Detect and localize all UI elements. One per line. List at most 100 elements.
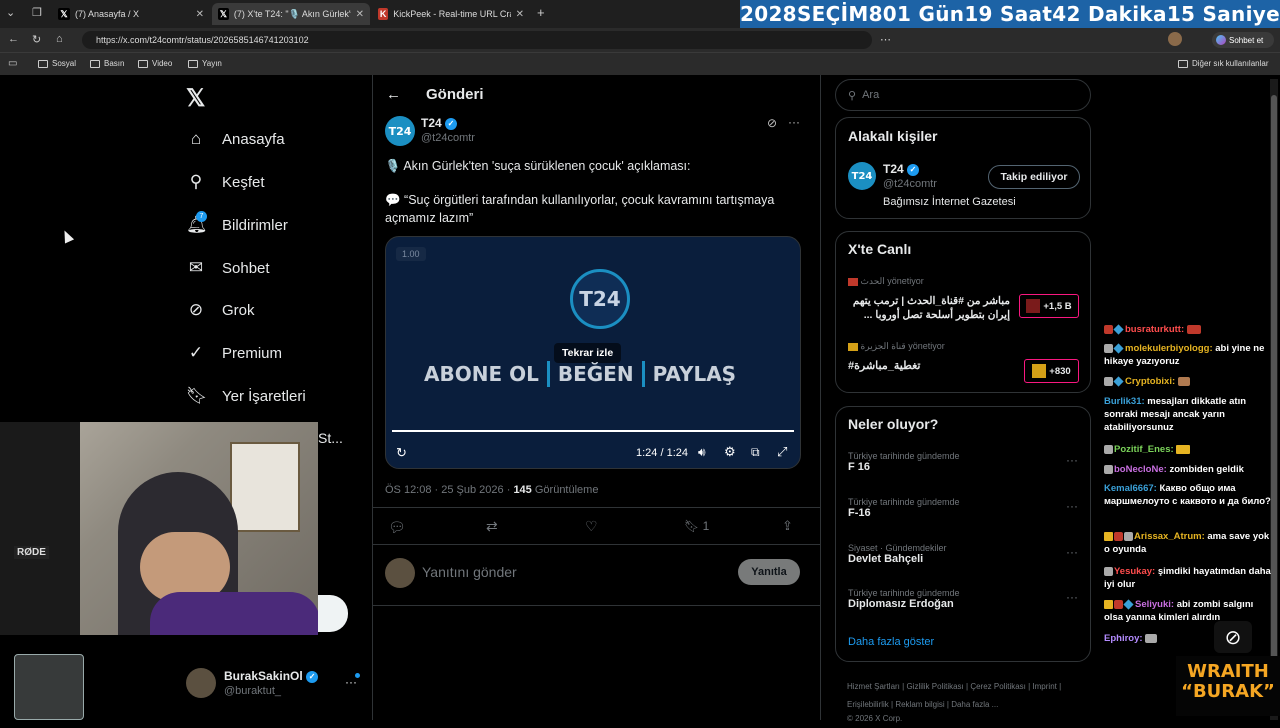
bookmark-folder-basin[interactable]: Basın — [90, 59, 124, 68]
bookmark-folder-sosyal[interactable]: Sosyal — [38, 59, 76, 68]
new-tab-icon[interactable]: + — [537, 5, 545, 20]
profile-avatar[interactable] — [1168, 32, 1182, 46]
url-field[interactable]: https://x.com/t24comtr/status/2026585146… — [82, 31, 872, 49]
more-icon[interactable]: ··· — [1066, 590, 1078, 604]
live-listeners-2[interactable]: +830 — [1024, 359, 1079, 383]
copilot-icon — [1216, 35, 1226, 45]
countdown-minutes: 42 Dakika — [1052, 2, 1167, 26]
emote-icon — [1145, 633, 1158, 643]
author-handle[interactable]: @t24comtr — [421, 132, 475, 144]
related-name[interactable]: T24 ✓ — [883, 162, 920, 176]
like-icon[interactable]: ♡ — [585, 518, 598, 535]
other-bookmarks[interactable]: Diğer sık kullanılanlar — [1178, 59, 1268, 68]
sidebar-item-label: Premium — [222, 344, 283, 362]
post-timestamp[interactable]: ÖS 12:08 · 25 Şub 2026 · — [385, 484, 510, 496]
workspaces-icon[interactable]: ❐ — [32, 6, 42, 19]
trend-item[interactable]: Türkiye tarihinde gündemde F-16 — [848, 497, 960, 519]
more-icon[interactable]: ··· — [1066, 453, 1078, 467]
author-name[interactable]: T24 ✓ — [421, 116, 458, 130]
close-icon[interactable]: ✕ — [196, 9, 204, 20]
video-progress-track[interactable] — [392, 430, 794, 432]
reload-icon[interactable]: ↻ — [32, 33, 41, 46]
playback-speed[interactable]: 1.00 — [396, 247, 426, 261]
streamer-logo: WRAITH “BURAK” — [1176, 656, 1280, 716]
footer-link[interactable]: Gizlilik Politikası — [906, 682, 963, 691]
related-avatar[interactable]: T24 — [848, 162, 876, 190]
replay-icon[interactable]: ↻ — [396, 445, 407, 461]
footer-link[interactable]: Reklam bilgisi — [895, 700, 944, 709]
reading-list-icon[interactable]: ▭ — [8, 58, 17, 69]
grok-icon[interactable]: ⊘ — [1214, 621, 1252, 653]
home-icon[interactable]: ⌂ — [56, 33, 63, 45]
back-arrow-icon[interactable]: ← — [386, 86, 401, 103]
trend-item[interactable]: Türkiye tarihinde gündemde Diplomasız Erd… — [848, 588, 960, 610]
search-field[interactable]: ⚲ Ara — [835, 79, 1091, 111]
footer-link[interactable]: Hizmet Şartları — [847, 682, 900, 691]
home-icon: ⌂ — [190, 129, 202, 148]
footer-link[interactable]: Erişilebilirlik — [847, 700, 889, 709]
settings-icon[interactable]: ⚙ — [724, 444, 736, 460]
fullscreen-icon[interactable]: ⤢ — [777, 444, 787, 460]
sidebar-item-bookmarks[interactable]: 🔖︎ Yer İşaretleri — [186, 386, 306, 406]
copilot-button[interactable]: Sohbet et — [1212, 32, 1274, 48]
pip-icon[interactable]: ⧉ — [751, 445, 760, 460]
share-icon[interactable]: ⇪ — [782, 518, 793, 534]
live-title-1[interactable]: مباشر من #قناة_الحدث | ترمب يتهم إيران ب… — [848, 294, 1010, 322]
more-icon[interactable]: ··· — [1066, 499, 1078, 513]
avatar[interactable] — [186, 668, 216, 698]
close-icon[interactable]: ✕ — [356, 9, 364, 20]
badge-icon — [1114, 531, 1123, 541]
author-avatar[interactable]: T24 — [385, 116, 415, 146]
trend-item[interactable]: Türkiye tarihinde gündemde F 16 — [848, 451, 960, 473]
close-icon[interactable]: ✕ — [516, 9, 524, 20]
footer-link[interactable]: Çerez Politikası — [970, 682, 1026, 691]
footer-link[interactable]: Imprint — [1032, 682, 1056, 691]
sidebar-item-partial[interactable]: St... — [318, 430, 343, 446]
x-logo-icon: 𝕏 — [218, 8, 229, 20]
video-player[interactable]: 1.00 T24 Tekrar izle ABONE OL BEĞEN PAYL… — [385, 236, 801, 469]
sidebar-item-premium[interactable]: ✓ Premium — [186, 343, 282, 363]
trend-item[interactable]: Siyaset · Gündemdekiler Devlet Bahçeli — [848, 543, 947, 565]
views-count: 145 — [513, 484, 532, 496]
sidebar-item-grok[interactable]: ⊘ Grok — [186, 300, 255, 320]
live-title-2[interactable]: #تغطية_مباشرة — [848, 359, 920, 372]
extensions-icon[interactable]: ⋯ — [880, 33, 891, 46]
following-button[interactable]: Takip ediliyor — [988, 165, 1080, 189]
sidebar-item-notifications[interactable]: 🔔︎ 7 Bildirimler — [186, 211, 288, 235]
webcam-feed: RØDE — [0, 422, 318, 635]
sidebar-item-messages[interactable]: ✉ Sohbet — [186, 258, 270, 278]
show-more-link[interactable]: Daha fazla göster — [848, 636, 934, 648]
logo-line2: “BURAK” — [1181, 681, 1275, 702]
chat-user: Cryptobixi: — [1125, 376, 1176, 387]
reply-icon[interactable]: 💬︎ — [388, 519, 406, 536]
premium-icon: ✓ — [188, 343, 204, 362]
emote-icon — [1176, 444, 1191, 454]
chat-user: busraturkutt: — [1125, 324, 1185, 335]
search-icon: ⚲ — [189, 172, 203, 191]
volume-icon[interactable]: 🔊︎ — [698, 445, 706, 460]
trend-category: Türkiye tarihinde gündemde — [848, 451, 960, 461]
tab-post[interactable]: 𝕏 (7) X'te T24: "🎙️ Akın Gürlek'ten ✕ — [212, 3, 370, 25]
grok-icon[interactable]: ⊘ — [767, 116, 777, 130]
tab-kickpeek[interactable]: K KickPeek - Real-time URL Crawler ✕ — [372, 3, 530, 25]
more-icon[interactable]: ··· — [788, 115, 800, 129]
footer-link[interactable]: Daha fazla ... — [951, 700, 998, 709]
bookmark-label: Sosyal — [52, 59, 77, 68]
sidebar-item-home[interactable]: ⌂ Anasayfa — [186, 129, 285, 149]
back-icon[interactable]: ← — [8, 33, 19, 45]
account-name[interactable]: BurakSakinOl ✓ — [224, 669, 319, 683]
more-icon[interactable]: ··· — [1066, 545, 1078, 559]
reply-button[interactable]: Yanıtla — [738, 559, 800, 585]
live-listeners-1[interactable]: +1,5 B — [1019, 294, 1079, 318]
bookmark-folder-video[interactable]: Video — [138, 59, 172, 68]
sidebar-item-explore[interactable]: ⚲ Keşfet — [186, 172, 265, 192]
emote-icon — [1186, 324, 1201, 334]
repost-icon[interactable]: ⇄ — [486, 518, 498, 535]
avatar — [385, 558, 415, 588]
reply-input[interactable]: Yanıtını gönder — [422, 564, 517, 580]
x-logo-icon[interactable]: 𝕏 — [186, 84, 205, 113]
bookmark-folder-yayin[interactable]: Yayın — [188, 59, 222, 68]
tab-list-icon[interactable]: ⌄ — [6, 6, 15, 19]
tab-home[interactable]: 𝕏 (7) Anasayfa / X ✕ — [52, 3, 210, 25]
bookmark-action[interactable]: 🔖︎ 1 — [684, 519, 709, 533]
